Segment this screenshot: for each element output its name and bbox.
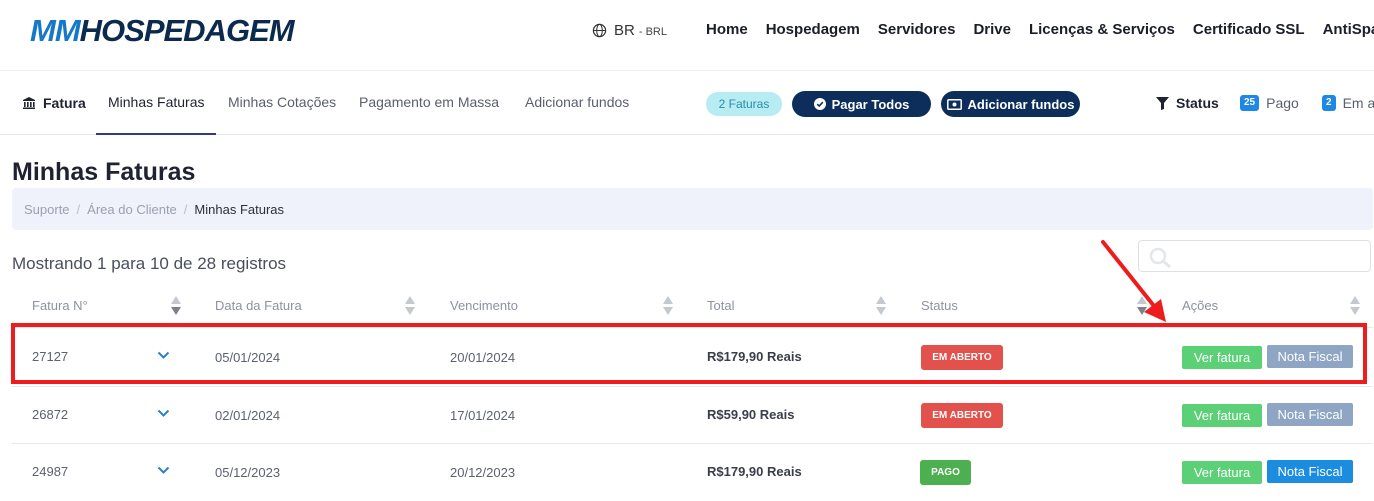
filter-open[interactable]: 2 Em a bbox=[1322, 95, 1374, 111]
logo-rest: HOSPEDAGEM bbox=[79, 13, 295, 48]
header-status[interactable]: Status bbox=[921, 298, 958, 313]
tab-adicionar-fundos[interactable]: Adicionar fundos bbox=[525, 94, 629, 110]
header-vencimento[interactable]: Vencimento bbox=[450, 298, 518, 313]
highlight-box bbox=[11, 323, 1367, 384]
nota-fiscal-button[interactable]: Nota Fiscal bbox=[1267, 403, 1353, 426]
bank-icon bbox=[23, 97, 35, 109]
nav-home[interactable]: Home bbox=[706, 21, 748, 38]
invoice-number: 24987 bbox=[32, 464, 69, 479]
brand-logo[interactable]: MMHOSPEDAGEM bbox=[30, 13, 295, 48]
sort-icon[interactable] bbox=[404, 295, 416, 317]
add-funds-label: Adicionar fundos bbox=[967, 96, 1075, 112]
money-icon bbox=[946, 98, 962, 110]
header-total[interactable]: Total bbox=[707, 298, 734, 313]
sort-icon[interactable] bbox=[875, 295, 887, 317]
main-nav: Home Hospedagem Servidores Drive Licença… bbox=[706, 21, 1374, 38]
status-filter[interactable]: Status bbox=[1156, 95, 1219, 111]
invoice-number: 26872 bbox=[32, 407, 69, 422]
breadcrumb: Suporte / Área do Cliente / Minhas Fatur… bbox=[12, 188, 1373, 230]
view-invoice-button[interactable]: Ver fatura bbox=[1182, 461, 1262, 484]
nav-certificado-ssl[interactable]: Certificado SSL bbox=[1193, 21, 1305, 38]
page-title: Minhas Faturas bbox=[12, 158, 196, 186]
add-funds-button[interactable]: Adicionar fundos bbox=[941, 91, 1080, 117]
filter-icon bbox=[1156, 96, 1169, 110]
nav-drive[interactable]: Drive bbox=[973, 21, 1011, 38]
nav-antispam[interactable]: AntiSpam bbox=[1323, 21, 1374, 38]
nota-fiscal-button[interactable]: Nota Fiscal bbox=[1267, 460, 1353, 483]
paid-count-badge: 25 bbox=[1240, 95, 1260, 111]
header-acoes[interactable]: Ações bbox=[1182, 298, 1218, 313]
records-info: Mostrando 1 para 10 de 28 registros bbox=[12, 254, 287, 273]
language-code: BR bbox=[614, 22, 635, 39]
invoice-due-date: 17/01/2024 bbox=[450, 408, 516, 423]
table-row[interactable]: 26872 02/01/2024 17/01/2024 R$59,90 Reai… bbox=[12, 386, 1373, 443]
pay-all-label: Pagar Todos bbox=[831, 96, 910, 112]
open-count-badge: 2 bbox=[1322, 95, 1336, 111]
tab-pagamento-em-massa[interactable]: Pagamento em Massa bbox=[359, 94, 499, 110]
nav-hospedagem[interactable]: Hospedagem bbox=[766, 21, 860, 38]
tab-minhas-cotacoes[interactable]: Minhas Cotações bbox=[228, 94, 336, 110]
table-row[interactable]: 24987 05/12/2023 20/12/2023 R$179,90 Rea… bbox=[12, 443, 1373, 500]
nav-licencas[interactable]: Licenças & Serviços bbox=[1029, 21, 1175, 38]
chevron-down-icon[interactable] bbox=[157, 409, 170, 418]
invoice-due-date: 20/12/2023 bbox=[450, 465, 516, 480]
view-invoice-button[interactable]: Ver fatura bbox=[1182, 404, 1262, 427]
subnav-title: Fatura bbox=[22, 95, 86, 111]
breadcrumb-area-cliente[interactable]: Área do Cliente bbox=[87, 202, 177, 217]
invoice-date: 02/01/2024 bbox=[215, 408, 281, 423]
breadcrumb-separator: / bbox=[76, 201, 81, 217]
invoice-date: 05/12/2023 bbox=[215, 465, 281, 480]
header-data[interactable]: Data da Fatura bbox=[215, 298, 302, 313]
tab-minhas-faturas[interactable]: Minhas Faturas bbox=[108, 94, 204, 110]
sort-icon[interactable] bbox=[1349, 295, 1361, 317]
invoice-count-badge: 2 Faturas bbox=[706, 92, 782, 116]
paid-filter-label: Pago bbox=[1266, 95, 1299, 111]
sort-icon[interactable] bbox=[662, 295, 674, 317]
currency-code: - BRL bbox=[638, 25, 667, 38]
open-filter-label: Em a bbox=[1342, 95, 1374, 111]
chevron-down-icon[interactable] bbox=[157, 466, 170, 475]
invoice-total: R$179,90 Reais bbox=[707, 464, 802, 479]
nav-servidores[interactable]: Servidores bbox=[878, 21, 956, 38]
annotation-arrow bbox=[1101, 240, 1166, 322]
check-circle-icon bbox=[813, 98, 826, 110]
filter-paid[interactable]: 25 Pago bbox=[1240, 95, 1299, 111]
search-input[interactable] bbox=[1179, 245, 1364, 267]
invoice-subnav: Fatura Minhas Faturas Minhas Cotações Pa… bbox=[0, 70, 1374, 136]
sort-icon[interactable] bbox=[170, 295, 182, 317]
top-header: MMHOSPEDAGEM BR - BRL Home Hospedagem Se… bbox=[0, 0, 1374, 70]
pay-all-button[interactable]: Pagar Todos bbox=[792, 91, 931, 117]
invoice-total: R$59,90 Reais bbox=[707, 407, 795, 422]
logo-prefix: MM bbox=[30, 13, 81, 48]
subnav-title-label: Fatura bbox=[43, 95, 86, 111]
breadcrumb-suporte[interactable]: Suporte bbox=[24, 202, 70, 217]
status-badge: EM ABERTO bbox=[921, 403, 1003, 428]
breadcrumb-separator: / bbox=[183, 201, 188, 217]
status-filter-label: Status bbox=[1176, 95, 1219, 111]
breadcrumb-current: Minhas Faturas bbox=[194, 201, 285, 217]
status-badge: PAGO bbox=[920, 460, 971, 485]
globe-icon bbox=[592, 23, 607, 38]
header-fatura[interactable]: Fatura N° bbox=[32, 298, 88, 313]
language-selector[interactable]: BR - BRL bbox=[592, 22, 667, 39]
